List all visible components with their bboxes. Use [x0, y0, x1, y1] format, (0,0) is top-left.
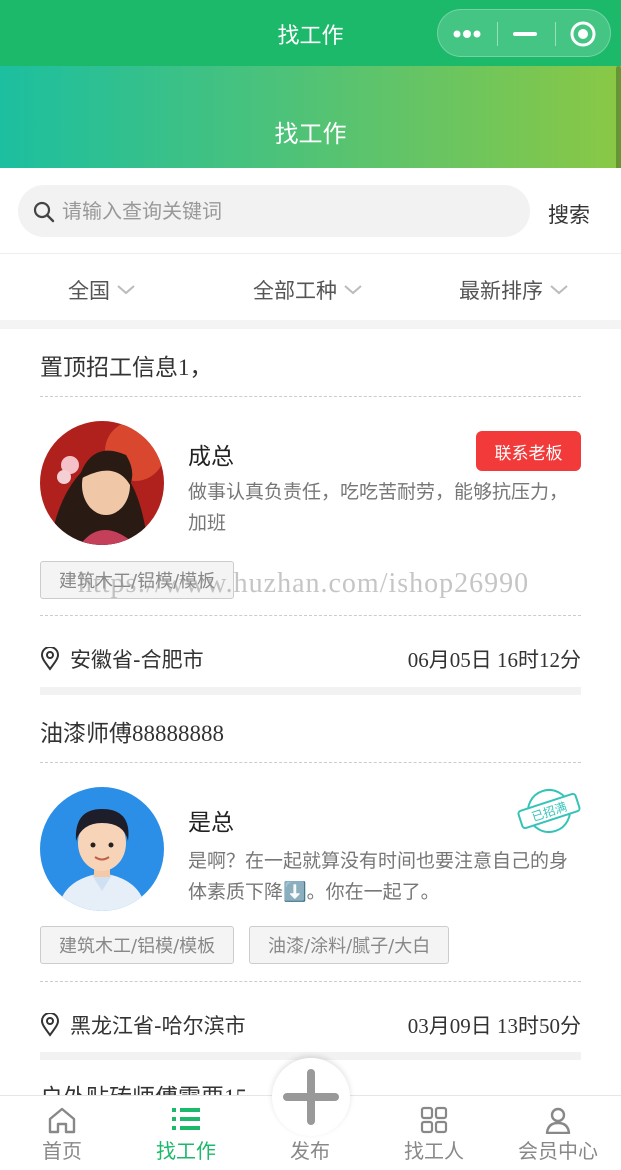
- job-location: 黑龙江省-哈尔滨市: [40, 1010, 246, 1040]
- job-card[interactable]: 油漆师傅88888888 是总 已招满 是啊？在一起就算没有时间也要注意自己的身…: [40, 714, 581, 1062]
- tab-find-job[interactable]: 找工作: [124, 1096, 248, 1170]
- divider: [40, 615, 581, 616]
- search-input[interactable]: [62, 193, 512, 229]
- contact-boss-button[interactable]: 联系老板: [476, 431, 581, 471]
- location-text: 安徽省-合肥市: [70, 648, 204, 672]
- filter-label: 全国: [68, 279, 110, 303]
- more-icon[interactable]: [438, 10, 496, 58]
- job-title: 置顶招工信息1，: [40, 355, 213, 380]
- tab-label: 发布: [290, 1139, 330, 1163]
- chevron-down-icon: [344, 285, 362, 295]
- job-time: 03月09日 13时50分: [407, 1014, 581, 1038]
- page-header-banner: 找工作: [0, 66, 621, 168]
- job-description: 是啊？在一起就算没有时间也要注意自己的身体素质下降⬇️。你在一起了。: [188, 850, 569, 903]
- close-target-icon[interactable]: [554, 10, 612, 58]
- poster-name: 是总: [188, 810, 234, 836]
- user-icon: [496, 1106, 620, 1134]
- search-button[interactable]: 搜索: [548, 199, 590, 229]
- avatar: [40, 787, 164, 911]
- poster-name: 成总: [188, 444, 234, 470]
- tab-label: 找工人: [404, 1139, 464, 1163]
- search-box[interactable]: [18, 185, 530, 237]
- page-title: 找工作: [274, 120, 347, 148]
- publish-button[interactable]: [272, 1058, 350, 1136]
- chevron-down-icon: [117, 285, 135, 295]
- tab-label: 首页: [42, 1139, 82, 1163]
- minimize-icon[interactable]: [496, 10, 554, 58]
- grid-icon: [372, 1106, 496, 1134]
- tab-member-center[interactable]: 会员中心: [496, 1096, 620, 1170]
- top-nav-bar: 找工作: [0, 0, 621, 66]
- job-tag: 油漆/涂料/腻子/大白: [249, 926, 450, 964]
- tab-find-worker[interactable]: 找工人: [372, 1096, 496, 1170]
- tab-label: 会员中心: [518, 1139, 598, 1163]
- home-icon: [0, 1106, 124, 1134]
- plus-icon: [283, 1069, 339, 1125]
- avatar: [40, 421, 164, 545]
- job-tag: 建筑木工/铝模/模板: [40, 926, 235, 964]
- filter-label: 全部工种: [253, 279, 337, 303]
- filter-sort[interactable]: 最新排序: [459, 275, 569, 305]
- filter-label: 最新排序: [459, 279, 543, 303]
- filter-trade[interactable]: 全部工种: [253, 275, 363, 305]
- card-separator: [40, 687, 581, 695]
- recruitment-full-stamp: 已招满: [517, 786, 581, 840]
- search-row: 搜索: [0, 168, 621, 254]
- watermark: https://www.huzhan.com/ishop26990: [78, 568, 530, 599]
- job-title: 油漆师傅88888888: [40, 721, 224, 746]
- tab-label: 找工作: [156, 1139, 216, 1163]
- job-time: 06月05日 16时12分: [407, 648, 581, 672]
- chevron-down-icon: [550, 285, 568, 295]
- location-pin-icon: [40, 647, 60, 671]
- job-location: 安徽省-合肥市: [40, 644, 204, 674]
- search-icon: [32, 200, 56, 228]
- filter-bar: 全国 全部工种 最新排序: [0, 254, 621, 320]
- mini-program-capsule: [437, 9, 611, 57]
- location-text: 黑龙江省-哈尔滨市: [70, 1014, 246, 1038]
- location-pin-icon: [40, 1013, 60, 1037]
- list-icon: [124, 1106, 248, 1132]
- divider: [40, 762, 581, 763]
- filter-region[interactable]: 全国: [68, 275, 136, 305]
- divider: [40, 396, 581, 397]
- tab-home[interactable]: 首页: [0, 1096, 124, 1170]
- divider: [40, 981, 581, 982]
- job-description: 做事认真负责任，吃吃苦耐劳，能够抗压力，加班: [188, 481, 569, 534]
- section-divider: [0, 320, 621, 329]
- job-card[interactable]: 置顶招工信息1， 成总 联系老板 做事认真负责任，吃吃苦耐劳，能够抗压力，加班 …: [40, 348, 581, 696]
